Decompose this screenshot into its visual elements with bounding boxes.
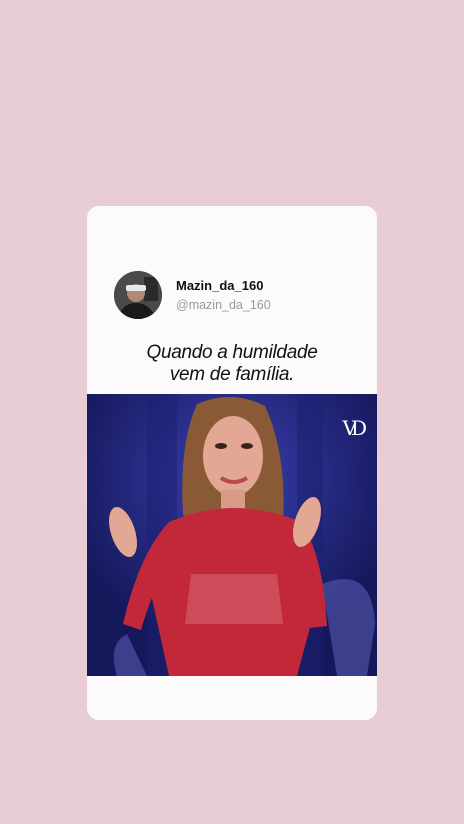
caption-line-2: vem de família. (169, 364, 295, 385)
avatar[interactable] (114, 271, 162, 319)
caption-line-1: Quando a humildade (146, 342, 318, 363)
vd-logo-watermark: VD (342, 416, 368, 440)
post-author: Mazin_da_160 @mazin_da_160 (176, 278, 271, 313)
post-card: Mazin_da_160 @mazin_da_160 Quando a humi… (87, 206, 377, 720)
user-handle[interactable]: @mazin_da_160 (176, 297, 271, 313)
post-video[interactable]: VD (87, 394, 377, 676)
video-frame (87, 394, 377, 676)
display-name[interactable]: Mazin_da_160 (176, 278, 271, 294)
post-header: Mazin_da_160 @mazin_da_160 (114, 271, 271, 319)
avatar-image (114, 271, 162, 319)
post-caption: Quando a humildade vem de família. (87, 342, 377, 386)
